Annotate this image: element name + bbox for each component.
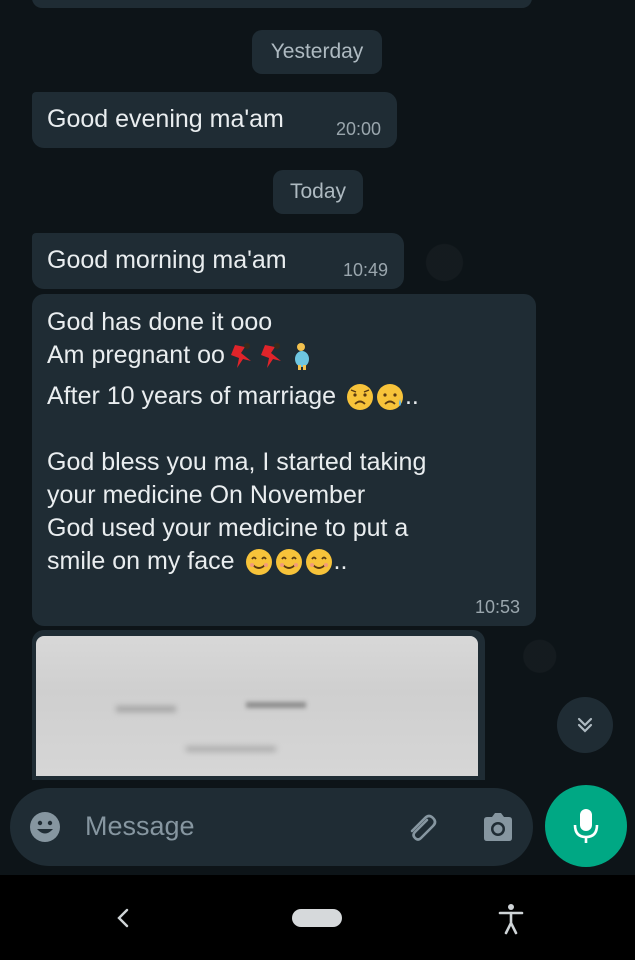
scroll-to-bottom-button[interactable] <box>557 697 613 753</box>
mic-button[interactable] <box>545 785 627 867</box>
date-label: Today <box>289 180 347 203</box>
message-suffix: .. <box>404 382 419 410</box>
paperclip-icon[interactable] <box>403 810 439 846</box>
message-line: God bless you ma, I started taking <box>47 448 427 476</box>
accessibility-icon[interactable] <box>497 903 525 935</box>
message-text: Good morning ma'am <box>47 246 287 274</box>
system-navigation-bar <box>0 875 635 960</box>
dancer-icon <box>260 343 281 369</box>
message-line: your medicine On November <box>47 481 366 509</box>
message-time: 10:53 <box>474 597 520 617</box>
previous-message-edge <box>32 0 532 8</box>
dancer-icon <box>230 343 251 369</box>
message-composer[interactable]: Message <box>10 788 533 866</box>
date-label: Yesterday <box>270 40 364 63</box>
message-suffix: .. <box>333 547 348 575</box>
mic-icon <box>573 809 599 843</box>
message-line-with-emoji: Am pregnant oo <box>47 339 426 372</box>
message-bubble[interactable]: Good morning ma'am 10:49 <box>32 233 404 289</box>
message-line: God has done it ooo <box>47 308 273 336</box>
smiling-face-icon <box>275 549 302 576</box>
message-text: Good evening ma'am <box>47 105 284 133</box>
message-time: 10:49 <box>342 260 388 280</box>
message-line: After 10 years of marriage <box>47 382 337 410</box>
message-line-with-emoji: After 10 years of marriage .. <box>47 380 426 413</box>
smile-emoji-group <box>244 547 334 577</box>
sad-face-emoji-group <box>345 382 405 412</box>
message-line-with-emoji: smile on my face .. <box>47 545 426 578</box>
dancer-emoji-group <box>227 341 317 371</box>
date-chip-yesterday: Yesterday <box>252 30 382 74</box>
double-chevron-down-icon <box>577 717 593 733</box>
sad-sweat-face-icon <box>346 384 373 411</box>
blurred-image-preview[interactable] <box>36 636 478 776</box>
message-line: smile on my face <box>47 547 235 575</box>
message-line: Am pregnant oo <box>47 341 225 369</box>
sad-sweat-face-icon <box>376 384 403 411</box>
emoji-icon[interactable] <box>28 810 62 844</box>
message-bubble-long[interactable]: God has done it ooo Am pregnant oo After… <box>32 294 536 626</box>
home-pill-icon[interactable] <box>292 909 342 927</box>
image-message-bubble[interactable] <box>32 630 485 780</box>
pregnant-woman-icon <box>294 343 309 371</box>
message-line: God used your medicine to put a <box>47 514 409 542</box>
message-input[interactable]: Message <box>85 811 195 842</box>
smiling-face-icon <box>305 549 332 576</box>
smiling-face-icon <box>245 549 272 576</box>
camera-icon[interactable] <box>480 810 516 844</box>
message-bubble[interactable]: Good evening ma'am 20:00 <box>32 92 397 148</box>
back-chevron-icon[interactable] <box>114 907 132 929</box>
message-time: 20:00 <box>335 119 381 139</box>
date-chip-today: Today <box>273 170 363 214</box>
